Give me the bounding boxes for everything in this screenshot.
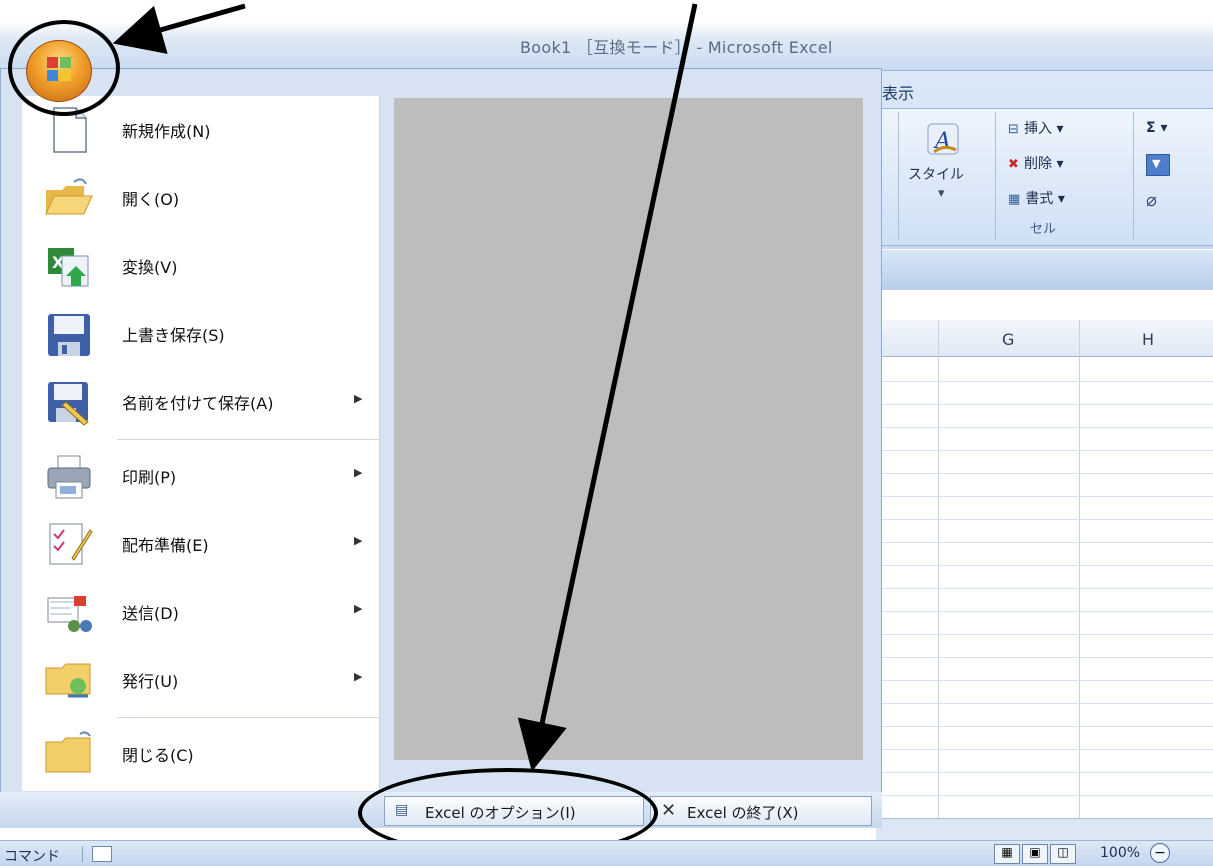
status-mode: コマンド (4, 849, 60, 865)
annotation-arrows (112, 3, 698, 772)
arrow-to-options-button (517, 3, 698, 772)
macro-record-icon[interactable] (92, 846, 112, 862)
page-layout-view-icon[interactable]: ▣ (1022, 844, 1048, 864)
page-break-view-icon[interactable]: ◫ (1050, 844, 1076, 864)
normal-view-icon[interactable]: ▦ (994, 844, 1020, 864)
status-divider (82, 846, 83, 862)
zoom-level[interactable]: 100% (1100, 845, 1140, 861)
zoom-out-icon[interactable]: − (1150, 843, 1170, 863)
arrow-to-office-button (112, 3, 246, 54)
